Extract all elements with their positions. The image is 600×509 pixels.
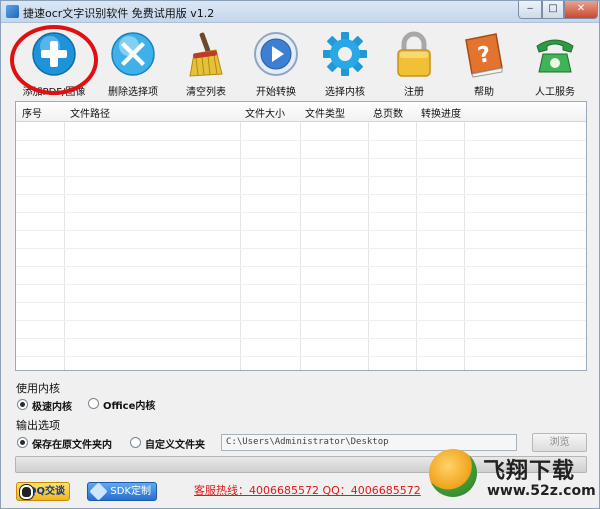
start-convert-label: 开始转换 — [256, 87, 296, 98]
select-engine-label: 选择内核 — [325, 87, 365, 98]
human-service-button[interactable]: 人工服务 — [516, 26, 594, 98]
phone-icon — [536, 39, 574, 73]
gear-icon — [323, 32, 367, 76]
broom-icon — [189, 32, 223, 77]
sdk-icon — [89, 482, 108, 501]
register-label: 注册 — [404, 87, 424, 98]
sdk-custom-label: SDK定制 — [110, 486, 151, 497]
register-button[interactable]: 注册 — [375, 26, 453, 98]
lock-icon — [397, 31, 431, 77]
human-service-label: 人工服务 — [535, 87, 575, 98]
qq-chat-button[interactable]: QQ交谈 — [16, 482, 70, 501]
output-original-radio[interactable] — [17, 437, 28, 448]
watermark-title: 飞翔下载 — [483, 458, 576, 484]
help-icon: ? — [465, 33, 503, 78]
qq-chat-label: QQ交谈 — [27, 486, 65, 497]
delete-selected-label: 删除选择项 — [108, 87, 158, 98]
col-header-type[interactable]: 文件类型 — [305, 105, 345, 120]
col-header-index[interactable]: 序号 — [22, 105, 42, 120]
maximize-button[interactable]: □ — [542, 1, 564, 19]
sdk-custom-button[interactable]: SDK定制 — [87, 482, 157, 501]
col-header-size[interactable]: 文件大小 — [245, 105, 285, 120]
output-original-label[interactable]: 保存在原文件夹内 — [32, 436, 112, 451]
output-custom-label[interactable]: 自定义文件夹 — [145, 436, 205, 451]
engine-section-label: 使用内核 — [16, 382, 60, 395]
output-custom-radio[interactable] — [130, 437, 141, 448]
engine-fast-radio[interactable] — [17, 399, 28, 410]
minimize-button[interactable]: ‒ — [518, 1, 542, 19]
col-header-pages[interactable]: 总页数 — [373, 105, 403, 120]
delete-icon — [111, 32, 155, 76]
app-icon — [6, 5, 19, 18]
qq-icon — [20, 485, 33, 499]
delete-selected-button[interactable]: 删除选择项 — [94, 26, 172, 98]
start-convert-button[interactable]: 开始转换 — [237, 26, 315, 98]
watermark-url: www.52z.com — [487, 483, 596, 499]
col-header-progress[interactable]: 转换进度 — [421, 105, 461, 120]
clear-list-label: 清空列表 — [186, 87, 226, 98]
file-table[interactable]: 序号 文件路径 文件大小 文件类型 总页数 转换进度 — [15, 101, 587, 371]
output-section-label: 输出选项 — [16, 419, 60, 432]
clear-list-button[interactable]: 清空列表 — [167, 26, 245, 98]
engine-office-radio[interactable] — [88, 398, 99, 409]
highlight-circle — [10, 25, 98, 95]
col-header-path[interactable]: 文件路径 — [70, 105, 110, 120]
play-icon — [254, 32, 298, 76]
app-window: 捷速ocr文字识别软件 免费试用版 v1.2 ‒ □ ✕ 添加PDF/图像 删除… — [0, 0, 600, 509]
help-label: 帮助 — [474, 87, 494, 98]
watermark-logo — [429, 449, 477, 497]
title-bar[interactable]: 捷速ocr文字识别软件 免费试用版 v1.2 ‒ □ ✕ — [1, 1, 599, 23]
service-hotline-link[interactable]: 客服热线：4006685572 QQ：4006685572 — [194, 482, 421, 498]
window-title: 捷速ocr文字识别软件 免费试用版 v1.2 — [23, 7, 215, 20]
table-header: 序号 文件路径 文件大小 文件类型 总页数 转换进度 — [16, 102, 586, 122]
help-button[interactable]: ? 帮助 — [445, 26, 523, 98]
select-engine-button[interactable]: 选择内核 — [306, 26, 384, 98]
close-button[interactable]: ✕ — [564, 1, 598, 19]
engine-office-label[interactable]: Office内核 — [103, 397, 155, 412]
watermark: 飞翔下载 www.52z.com — [421, 449, 600, 509]
engine-fast-label[interactable]: 极速内核 — [32, 398, 72, 413]
